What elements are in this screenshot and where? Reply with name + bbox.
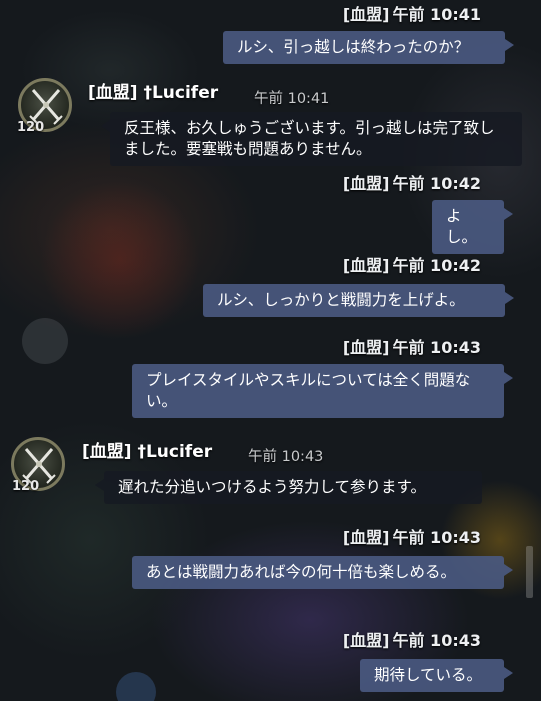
message-text: 遅れた分追いつけるよう努力して参ります。 — [118, 478, 426, 496]
message-timestamp: [血盟] 午前 10:43 — [343, 524, 481, 548]
own-message-bubble: プレイスタイルやスキルについては全く問題ない。 — [132, 364, 513, 418]
message-time: 午前 10:42 — [392, 174, 481, 193]
message-timestamp: [血盟] 午前 10:41 — [343, 1, 481, 25]
guild-tag: [血盟] — [342, 256, 390, 275]
message-time: 午前 10:41 — [254, 91, 330, 107]
guild-tag: [血盟] — [342, 338, 390, 357]
other-message-bubble: 反王様、お久しゅうございます。引っ越しは完了致しました。要塞戦も問題ありません。 — [101, 112, 522, 166]
message-time: 午前 10:42 — [392, 256, 481, 275]
message-time: 午前 10:43 — [392, 631, 481, 650]
message-text: よし。 — [446, 207, 478, 246]
message-time: 午前 10:43 — [392, 338, 481, 357]
message-text: 反王様、お久しゅうございます。引っ越しは完了致しました。要塞戦も問題ありません。 — [124, 119, 495, 158]
other-message-bubble: 遅れた分追いつけるよう努力して参ります。 — [95, 471, 482, 504]
own-message-bubble: ルシ、引っ越しは終わったのか？ — [223, 31, 514, 64]
sender-name[interactable]: [血盟] †Lucifer — [82, 437, 212, 462]
message-timestamp: [血盟] 午前 10:43 — [343, 334, 481, 358]
message-timestamp: [血盟] 午前 10:43 — [343, 627, 481, 651]
player-level: 120 — [12, 479, 40, 494]
own-message-bubble: ルシ、しっかりと戦闘力を上げよ。 — [203, 284, 514, 317]
message-time: 午前 10:43 — [392, 528, 481, 547]
own-message-bubble: 期待している。 — [360, 659, 513, 692]
own-message-bubble: あとは戦闘力あれば今の何十倍も楽しめる。 — [132, 556, 513, 589]
message-text: 期待している。 — [374, 666, 483, 684]
message-timestamp: [血盟] 午前 10:42 — [343, 252, 481, 276]
message-text: あとは戦闘力あれば今の何十倍も楽しめる。 — [146, 563, 457, 581]
guild-tag: [血盟] — [342, 5, 390, 24]
message-text: ルシ、しっかりと戦闘力を上げよ。 — [217, 291, 465, 309]
background-chat-icon — [116, 672, 156, 701]
message-text: プレイスタイルやスキルについては全く問題ない。 — [146, 371, 471, 410]
own-message-bubble: よし。 — [432, 200, 513, 254]
background-hud-icon — [22, 318, 68, 364]
chat-scrollbar[interactable] — [526, 546, 533, 598]
guild-tag: [血盟] — [342, 174, 390, 193]
guild-tag: [血盟] — [342, 528, 390, 547]
message-timestamp: [血盟] 午前 10:42 — [343, 170, 481, 194]
message-text: ルシ、引っ越しは終わったのか？ — [237, 38, 470, 56]
message-time: 午前 10:43 — [248, 449, 324, 465]
player-level: 120 — [17, 120, 45, 135]
guild-tag: [血盟] — [342, 631, 390, 650]
sender-name[interactable]: [血盟] †Lucifer — [88, 78, 218, 103]
message-time: 午前 10:41 — [392, 5, 481, 24]
